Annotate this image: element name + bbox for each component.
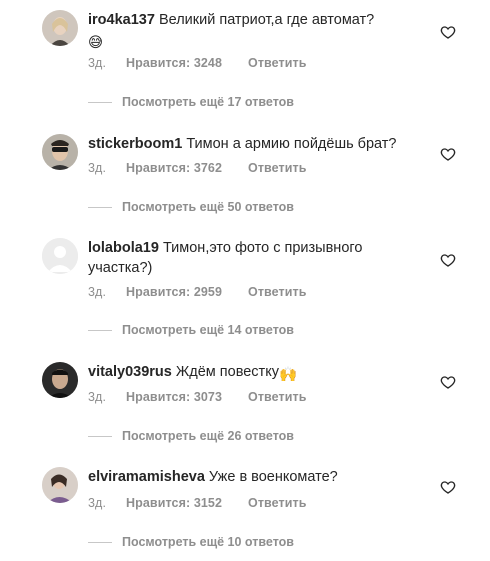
like-heart-icon[interactable] xyxy=(440,146,456,162)
view-replies-button[interactable]: Посмотреть ещё 14 ответов xyxy=(88,323,294,337)
view-replies-button[interactable]: Посмотреть ещё 17 ответов xyxy=(88,95,294,109)
view-replies-label: Посмотреть ещё 10 ответов xyxy=(122,535,294,549)
like-heart-icon[interactable] xyxy=(440,374,456,390)
comment-date: 3д. xyxy=(88,285,107,299)
view-replies-button[interactable]: Посмотреть ещё 50 ответов xyxy=(88,200,294,214)
avatar[interactable] xyxy=(42,362,78,398)
likes-count[interactable]: Нравится: 3152 xyxy=(126,496,248,510)
username[interactable]: vitaly039rus xyxy=(88,364,172,380)
likes-count[interactable]: Нравится: 3762 xyxy=(126,161,248,175)
comment-date: 3д. xyxy=(88,56,107,70)
comment-meta: 3д. Нравится: 2959 Ответить xyxy=(88,285,307,299)
likes-count[interactable]: Нравится: 3248 xyxy=(126,56,248,70)
comment-meta: 3д. Нравится: 3073 Ответить xyxy=(88,390,307,404)
reply-button[interactable]: Ответить xyxy=(248,285,307,299)
divider-line xyxy=(88,102,112,104)
comment-body: Уже в военкомате? xyxy=(208,469,338,485)
reply-button[interactable]: Ответить xyxy=(248,161,307,175)
divider-line xyxy=(88,330,112,332)
avatar[interactable] xyxy=(42,238,78,274)
reply-button[interactable]: Ответить xyxy=(248,56,307,70)
username[interactable]: iro4ka137 xyxy=(88,12,155,28)
emoji: 😅 xyxy=(88,35,104,51)
view-replies-button[interactable]: Посмотреть ещё 10 ответов xyxy=(88,535,294,549)
like-heart-icon[interactable] xyxy=(440,24,456,40)
comment-date: 3д. xyxy=(88,496,107,510)
username[interactable]: stickerboom1 xyxy=(88,136,182,152)
reply-button[interactable]: Ответить xyxy=(248,390,307,404)
comment-meta: 3д. Нравится: 3152 Ответить xyxy=(88,496,307,510)
view-replies-label: Посмотреть ещё 17 ответов xyxy=(122,95,294,109)
username[interactable]: lolabola19 xyxy=(88,240,159,256)
comment-body: Ждём повестку xyxy=(175,364,279,380)
view-replies-label: Посмотреть ещё 26 ответов xyxy=(122,429,294,443)
view-replies-label: Посмотреть ещё 14 ответов xyxy=(122,323,294,337)
comment-body: Тимон а армию пойдёшь брат? xyxy=(186,136,397,152)
comment-text: vitaly039rus Ждём повестку🙌 xyxy=(88,362,418,385)
comment-text: iro4ka137 Великий патриот,а где автомат?… xyxy=(88,10,418,53)
comment-body: Великий патриот,а где автомат? xyxy=(158,12,375,28)
comment-meta: 3д. Нравится: 3762 Ответить xyxy=(88,161,307,175)
likes-count[interactable]: Нравится: 2959 xyxy=(126,285,248,299)
like-heart-icon[interactable] xyxy=(440,479,456,495)
emoji: 🙌 xyxy=(278,367,298,383)
divider-line xyxy=(88,207,112,209)
avatar[interactable] xyxy=(42,10,78,46)
comment-text: elviramamisheva Уже в военкомате? xyxy=(88,467,418,487)
divider-line xyxy=(88,436,112,438)
comment-date: 3д. xyxy=(88,161,107,175)
comment-meta: 3д. Нравится: 3248 Ответить xyxy=(88,56,307,70)
comment-text: stickerboom1 Тимон а армию пойдёшь брат? xyxy=(88,134,418,154)
likes-count[interactable]: Нравится: 3073 xyxy=(126,390,248,404)
comment-text: lolabola19 Тимон,это фото с призывного у… xyxy=(88,238,418,278)
divider-line xyxy=(88,542,112,544)
view-replies-label: Посмотреть ещё 50 ответов xyxy=(122,200,294,214)
avatar[interactable] xyxy=(42,134,78,170)
reply-button[interactable]: Ответить xyxy=(248,496,307,510)
view-replies-button[interactable]: Посмотреть ещё 26 ответов xyxy=(88,429,294,443)
like-heart-icon[interactable] xyxy=(440,252,456,268)
username[interactable]: elviramamisheva xyxy=(88,469,205,485)
avatar[interactable] xyxy=(42,467,78,503)
comment-date: 3д. xyxy=(88,390,107,404)
